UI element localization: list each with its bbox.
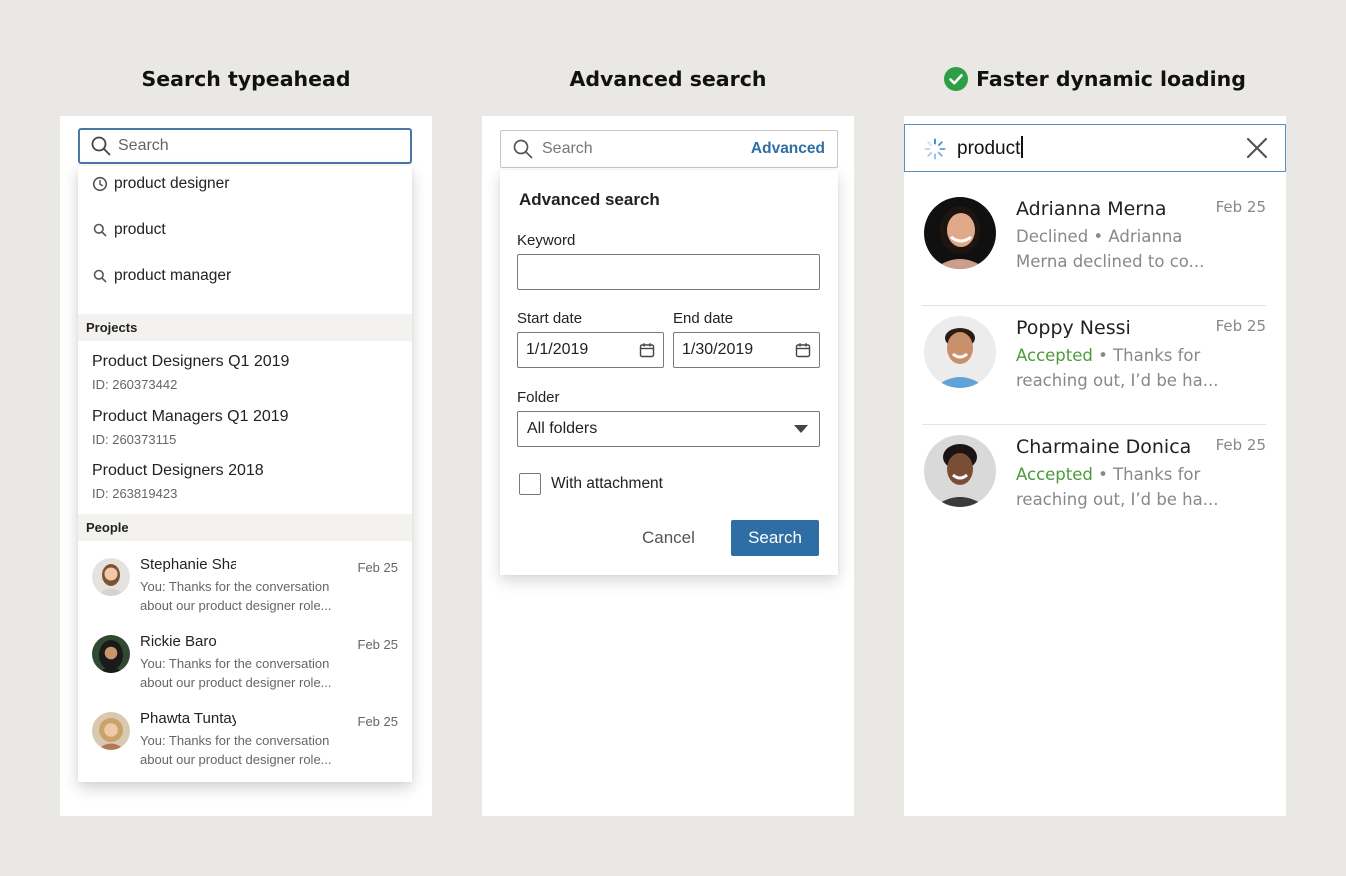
typeahead-search-box[interactable]	[78, 128, 412, 164]
attachment-checkbox[interactable]	[519, 473, 541, 495]
contact-name: Charmaine Donica	[1016, 436, 1192, 458]
start-date-value: 1/1/2019	[526, 341, 589, 358]
loading-spinner-icon	[924, 138, 946, 160]
conversation-result[interactable]: Poppy Nessi Feb 25 Accepted • Thanks for…	[922, 306, 1268, 425]
folder-selected-value: All folders	[527, 420, 598, 437]
people-section-header: People	[78, 514, 412, 541]
start-date-label: Start date	[517, 310, 583, 327]
heading-search-typeahead: Search typeahead	[60, 64, 432, 94]
contact-name: Poppy Nessi	[1016, 317, 1131, 339]
avatar	[92, 558, 130, 596]
advanced-search-panel: Search Advanced Advanced search Keyword …	[482, 116, 854, 816]
suggestion-item[interactable]: product designer	[92, 172, 229, 196]
message-preview: You: Thanks for the conversation about o…	[140, 733, 332, 767]
project-id: ID: 260373442	[92, 377, 178, 392]
project-id: ID: 260373115	[92, 432, 177, 447]
person-name: Rickie Baro	[140, 633, 217, 650]
status-accepted: Accepted	[1016, 465, 1093, 484]
search-query-text: product	[957, 138, 1021, 159]
message-preview: You: Thanks for the conversation about o…	[140, 656, 332, 690]
check-circle-icon	[944, 67, 969, 91]
suggestion-item[interactable]: product	[92, 218, 166, 242]
message-preview: Accepted • Thanks for reaching out, I’d …	[1016, 343, 1226, 393]
close-icon[interactable]	[1245, 136, 1269, 160]
keyword-label: Keyword	[517, 232, 576, 249]
search-input[interactable]	[118, 137, 378, 155]
heading-text: Faster dynamic loading	[976, 67, 1246, 91]
search-icon	[92, 222, 108, 238]
message-preview: Accepted • Thanks for reaching out, I’d …	[1016, 462, 1226, 512]
project-name: Product Designers Q1 2019	[92, 353, 290, 370]
end-date-field[interactable]: 1/30/2019	[673, 332, 820, 368]
keyword-input[interactable]	[517, 254, 820, 290]
folder-select[interactable]: All folders	[517, 411, 820, 447]
search-button[interactable]: Search	[731, 520, 819, 556]
suggestion-item[interactable]: product manager	[92, 264, 231, 288]
message-preview: You: Thanks for the conversation about o…	[140, 579, 332, 613]
conversation-result[interactable]: Charmaine Donica Feb 25 Accepted • Thank…	[922, 425, 1268, 544]
typeahead-panel: product designer product product manager…	[60, 116, 432, 816]
search-icon	[92, 268, 108, 284]
project-name: Product Designers 2018	[92, 462, 264, 479]
person-name: Stephanie Sha	[140, 556, 236, 573]
message-date: Feb 25	[357, 714, 398, 729]
attachment-checkbox-row[interactable]: With attachment	[519, 473, 663, 495]
conversation-result[interactable]: Adrianna Merna Feb 25 Declined • Adriann…	[922, 187, 1268, 306]
suggestion-text: product manager	[114, 267, 232, 284]
dynamic-loading-panel: product Adrianna Merna Feb 25 Declined •…	[904, 116, 1286, 816]
avatar	[924, 435, 996, 507]
form-title: Advanced search	[519, 190, 660, 209]
avatar	[924, 197, 996, 269]
end-date-value: 1/30/2019	[682, 341, 754, 358]
clock-icon	[92, 176, 108, 192]
advanced-link[interactable]: Advanced	[751, 140, 825, 158]
status-declined: Declined	[1016, 227, 1089, 246]
search-icon	[513, 139, 533, 159]
calendar-icon[interactable]	[795, 342, 811, 358]
contact-name: Adrianna Merna	[1016, 198, 1167, 220]
heading-faster-dynamic-loading: Faster dynamic loading	[904, 64, 1286, 94]
project-id: ID: 263819423	[92, 486, 178, 501]
person-item[interactable]: Stephanie Sha Feb 25 You: Thanks for the…	[78, 556, 412, 631]
calendar-icon[interactable]	[639, 342, 655, 358]
avatar	[924, 316, 996, 388]
attachment-label: With attachment	[551, 475, 663, 492]
end-date-label: End date	[673, 310, 734, 327]
advanced-search-bar[interactable]: Search Advanced	[500, 130, 838, 168]
message-date: Feb 25	[1215, 317, 1266, 335]
text-caret	[1021, 136, 1023, 158]
heading-advanced-search: Advanced search	[482, 64, 854, 94]
avatar	[92, 712, 130, 750]
folder-label: Folder	[517, 389, 560, 406]
message-date: Feb 25	[357, 637, 398, 652]
avatar	[92, 635, 130, 673]
heading-text: Advanced search	[569, 67, 767, 91]
person-name: Phawta Tuntayal	[140, 710, 236, 727]
message-date: Feb 25	[1215, 198, 1266, 216]
dropdown-arrow-icon	[794, 425, 808, 433]
status-accepted: Accepted	[1016, 346, 1093, 365]
suggestion-text: product	[114, 221, 166, 238]
person-item[interactable]: Phawta Tuntayal Feb 25 You: Thanks for t…	[78, 710, 412, 785]
message-date: Feb 25	[1215, 436, 1266, 454]
search-placeholder[interactable]: Search	[542, 140, 751, 158]
start-date-field[interactable]: 1/1/2019	[517, 332, 664, 368]
message-preview: Declined • Adrianna Merna declined to co…	[1016, 224, 1226, 274]
search-query[interactable]: product	[957, 136, 1023, 160]
heading-text: Search typeahead	[141, 67, 351, 91]
advanced-search-form: Advanced search Keyword Start date 1/1/2…	[500, 170, 838, 575]
projects-section-header: Projects	[78, 314, 412, 341]
suggestion-text: product designer	[114, 175, 230, 192]
message-date: Feb 25	[357, 560, 398, 575]
project-name: Product Managers Q1 2019	[92, 408, 289, 425]
search-icon	[91, 136, 111, 156]
cancel-button[interactable]: Cancel	[642, 520, 695, 556]
typeahead-dropdown: product designer product product manager…	[78, 166, 412, 782]
person-item[interactable]: Rickie Baro Feb 25 You: Thanks for the c…	[78, 633, 412, 708]
dynamic-search-box[interactable]: product	[904, 124, 1286, 172]
